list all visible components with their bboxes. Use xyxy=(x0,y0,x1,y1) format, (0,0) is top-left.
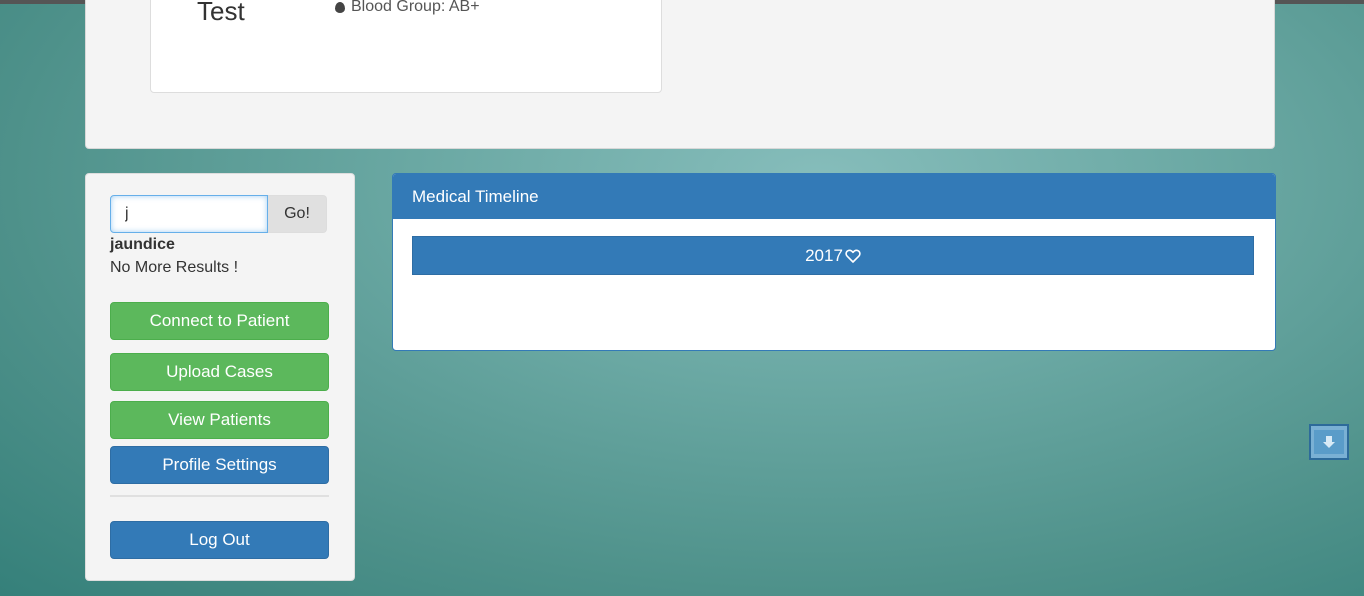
timeline-heading: Medical Timeline xyxy=(393,174,1275,219)
log-out-button[interactable]: Log Out xyxy=(110,521,329,559)
blood-group: Blood Group: AB+ xyxy=(335,0,480,16)
search-suggestion[interactable]: jaundice xyxy=(110,236,175,254)
no-results-text: No More Results ! xyxy=(110,259,239,276)
medical-timeline-panel: Medical Timeline 2017 xyxy=(392,173,1276,351)
go-button[interactable]: Go! xyxy=(268,195,327,233)
timeline-year-label: 2017 xyxy=(805,245,843,265)
connect-to-patient-button[interactable]: Connect to Patient xyxy=(110,302,329,340)
upload-cases-button[interactable]: Upload Cases xyxy=(110,353,329,391)
scroll-down-button[interactable] xyxy=(1309,424,1349,460)
timeline-year-2017[interactable]: 2017 xyxy=(412,236,1254,275)
blood-group-label: Blood Group: AB+ xyxy=(351,0,480,15)
divider xyxy=(110,495,329,497)
profile-name: Test xyxy=(197,0,245,26)
sidebar: Go! jaundice No More Results ! Connect t… xyxy=(85,173,355,581)
profile-panel: Test Blood Group: AB+ xyxy=(85,0,1275,149)
drop-icon xyxy=(335,1,345,13)
scroll-down-button-face xyxy=(1314,430,1344,454)
profile-card: Test Blood Group: AB+ xyxy=(150,0,662,93)
view-patients-button[interactable]: View Patients xyxy=(110,401,329,439)
arrow-down-icon xyxy=(1323,436,1335,448)
search-input[interactable] xyxy=(110,195,268,233)
search-group: Go! xyxy=(110,195,327,233)
heart-icon xyxy=(845,249,861,263)
profile-settings-button[interactable]: Profile Settings xyxy=(110,446,329,484)
